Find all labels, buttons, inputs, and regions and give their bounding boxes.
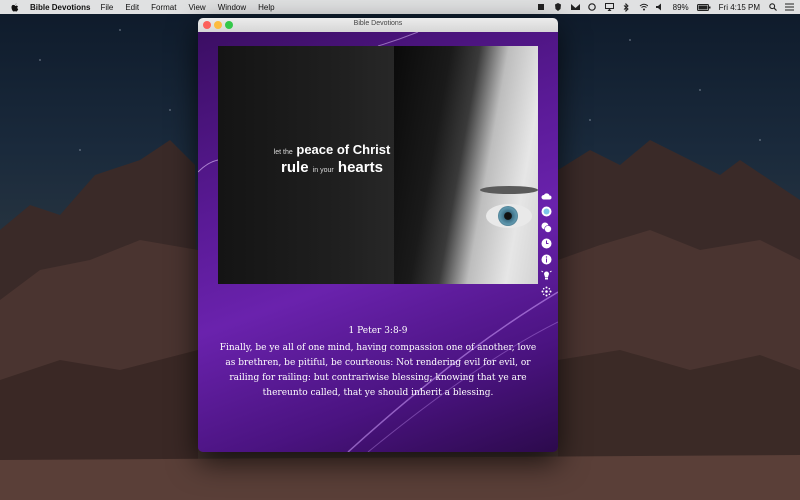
- verse-panel: 1 Peter 3:8-9 Finally, be ye all of one …: [216, 324, 540, 401]
- menu-edit[interactable]: Edit: [125, 3, 139, 12]
- lightbulb-icon[interactable]: [540, 270, 552, 281]
- image-quote: let the peace of Christ rule in your hea…: [252, 142, 412, 176]
- battery-percent: 89%: [672, 2, 689, 12]
- app-window: Bible Devotions let the peace of Christ …: [198, 18, 558, 452]
- quote-word: peace of Christ: [296, 142, 391, 157]
- gmail-icon[interactable]: [570, 3, 580, 12]
- volume-icon[interactable]: [655, 3, 665, 12]
- menu-app-name[interactable]: Bible Devotions: [30, 3, 90, 12]
- window-content: let the peace of Christ rule in your hea…: [198, 32, 558, 452]
- wifi-icon[interactable]: [639, 3, 648, 12]
- battery-icon[interactable]: [696, 3, 711, 12]
- menu-help[interactable]: Help: [258, 3, 274, 12]
- notification-center-icon[interactable]: [785, 3, 794, 12]
- window-titlebar[interactable]: Bible Devotions: [198, 18, 558, 32]
- menu-window[interactable]: Window: [218, 3, 246, 12]
- menu-view[interactable]: View: [188, 3, 205, 12]
- clock[interactable]: Fri 4:15 PM: [719, 3, 760, 12]
- apple-menu-icon[interactable]: [10, 2, 20, 12]
- menu-file[interactable]: File: [100, 3, 113, 12]
- bluetooth-icon[interactable]: [622, 2, 631, 12]
- chat-icon[interactable]: [541, 222, 552, 233]
- portrait-eye: [486, 204, 532, 228]
- verse-reference: 1 Peter 3:8-9: [348, 326, 408, 336]
- verse-text: Finally, be ye all of one mind, having c…: [219, 343, 537, 398]
- circle-icon[interactable]: [588, 3, 597, 12]
- window-title: Bible Devotions: [353, 20, 403, 27]
- cloud-icon[interactable]: [540, 190, 552, 201]
- quote-word: hearts: [337, 159, 383, 176]
- globe-icon[interactable]: [541, 206, 552, 217]
- airplay-icon[interactable]: [604, 3, 614, 12]
- side-toolbar: [539, 190, 553, 297]
- settings-icon[interactable]: [541, 286, 552, 297]
- dropbox-icon[interactable]: [537, 3, 546, 12]
- quote-word: rule: [281, 159, 309, 176]
- shield-icon[interactable]: [554, 3, 563, 12]
- devotion-image: let the peace of Christ rule in your hea…: [218, 46, 538, 284]
- quote-word: let the: [273, 149, 293, 156]
- portrait: [394, 46, 538, 284]
- menu-format[interactable]: Format: [151, 3, 176, 12]
- portrait-brow: [480, 186, 538, 194]
- clock-icon[interactable]: [541, 238, 552, 249]
- spotlight-search-icon[interactable]: [768, 3, 777, 12]
- menu-bar: Bible Devotions File Edit Format View Wi…: [0, 0, 800, 14]
- info-icon[interactable]: [541, 254, 552, 265]
- quote-word: in your: [312, 167, 334, 174]
